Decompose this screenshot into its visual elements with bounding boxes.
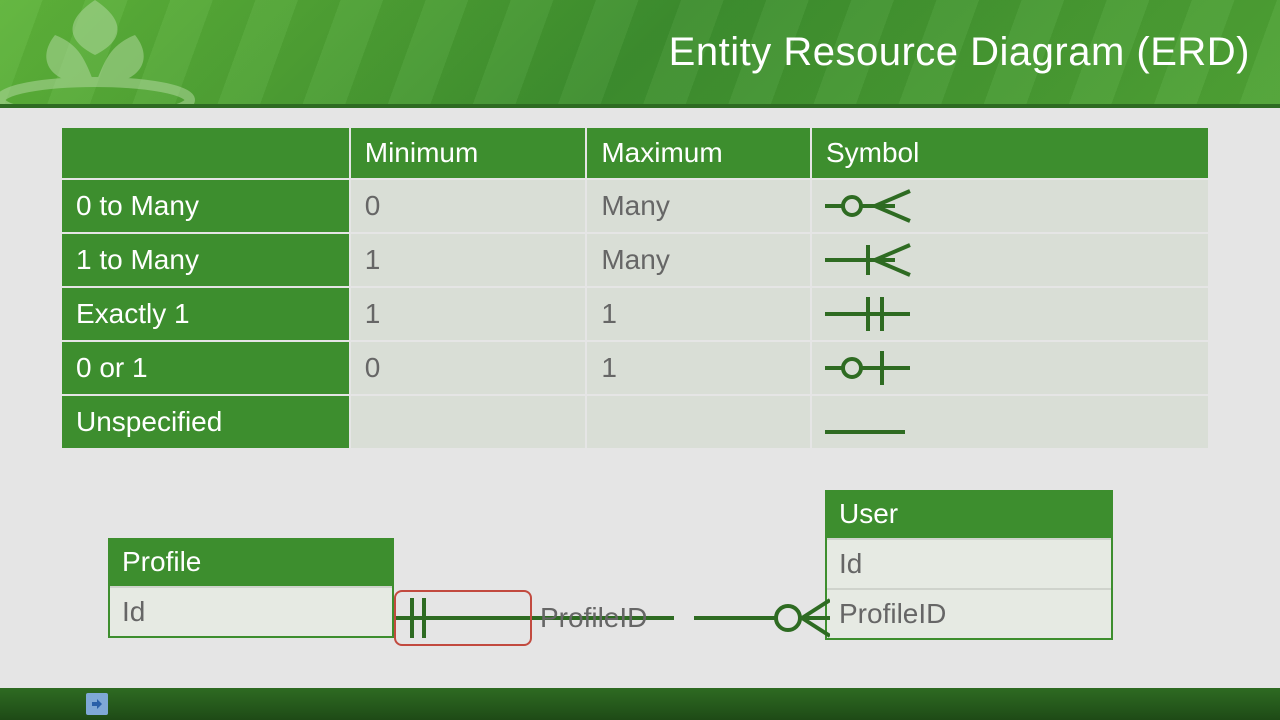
cardinality-table: Minimum Maximum Symbol 0 to Many 0 Many <box>60 126 1210 450</box>
taskbar-slot[interactable] <box>34 694 54 714</box>
cell-min <box>351 396 586 448</box>
cell-min: 1 <box>351 288 586 340</box>
unspecified-icon <box>820 402 920 442</box>
fk-label: ProfileID <box>540 602 647 634</box>
cell-max: 1 <box>587 288 810 340</box>
cell-symbol <box>812 342 1208 394</box>
row-label: 0 or 1 <box>62 342 349 394</box>
cell-symbol <box>812 288 1208 340</box>
cell-max: Many <box>587 180 810 232</box>
row-label: 1 to Many <box>62 234 349 286</box>
table-row: Exactly 1 1 1 <box>62 288 1208 340</box>
cell-symbol <box>812 180 1208 232</box>
slide-content: Minimum Maximum Symbol 0 to Many 0 Many <box>0 108 1280 690</box>
cell-symbol <box>812 396 1208 448</box>
entity-attr: Id <box>110 586 392 636</box>
col-symbol: Symbol <box>812 128 1208 178</box>
table-row: 0 or 1 0 1 <box>62 342 1208 394</box>
entity-attr: Id <box>827 538 1111 588</box>
table-row: Unspecified <box>62 396 1208 448</box>
cell-max <box>587 396 810 448</box>
entity-user: User Id ProfileID <box>825 490 1113 640</box>
table-row: 1 to Many 1 Many <box>62 234 1208 286</box>
col-minimum: Minimum <box>351 128 586 178</box>
row-label: 0 to Many <box>62 180 349 232</box>
entity-header: User <box>827 492 1111 538</box>
zero-or-one-icon <box>820 348 920 388</box>
entity-attr: ProfileID <box>827 588 1111 638</box>
col-maximum: Maximum <box>587 128 810 178</box>
exactly-one-icon <box>820 294 920 334</box>
taskbar-slot[interactable] <box>8 694 28 714</box>
arrow-right-icon[interactable] <box>86 693 108 715</box>
cell-symbol <box>812 234 1208 286</box>
cell-max: Many <box>587 234 810 286</box>
table-row: 0 to Many 0 Many <box>62 180 1208 232</box>
one-to-many-icon <box>820 240 920 280</box>
row-label: Unspecified <box>62 396 349 448</box>
col-blank <box>62 128 349 178</box>
entity-profile: Profile Id <box>108 538 394 638</box>
slide-title: Entity Resource Diagram (ERD) <box>669 30 1250 75</box>
cell-min: 0 <box>351 180 586 232</box>
cell-min: 1 <box>351 234 586 286</box>
cell-max: 1 <box>587 342 810 394</box>
zero-to-many-icon <box>820 186 920 226</box>
highlight-box <box>394 590 532 646</box>
entity-header: Profile <box>110 540 392 586</box>
slide-header: Entity Resource Diagram (ERD) <box>0 0 1280 108</box>
taskbar-slot[interactable] <box>60 694 80 714</box>
taskbar <box>0 688 1280 720</box>
brand-logo <box>0 0 200 108</box>
erd-diagram: Profile Id User Id ProfileID ProfileID <box>60 490 1220 690</box>
cell-min: 0 <box>351 342 586 394</box>
row-label: Exactly 1 <box>62 288 349 340</box>
